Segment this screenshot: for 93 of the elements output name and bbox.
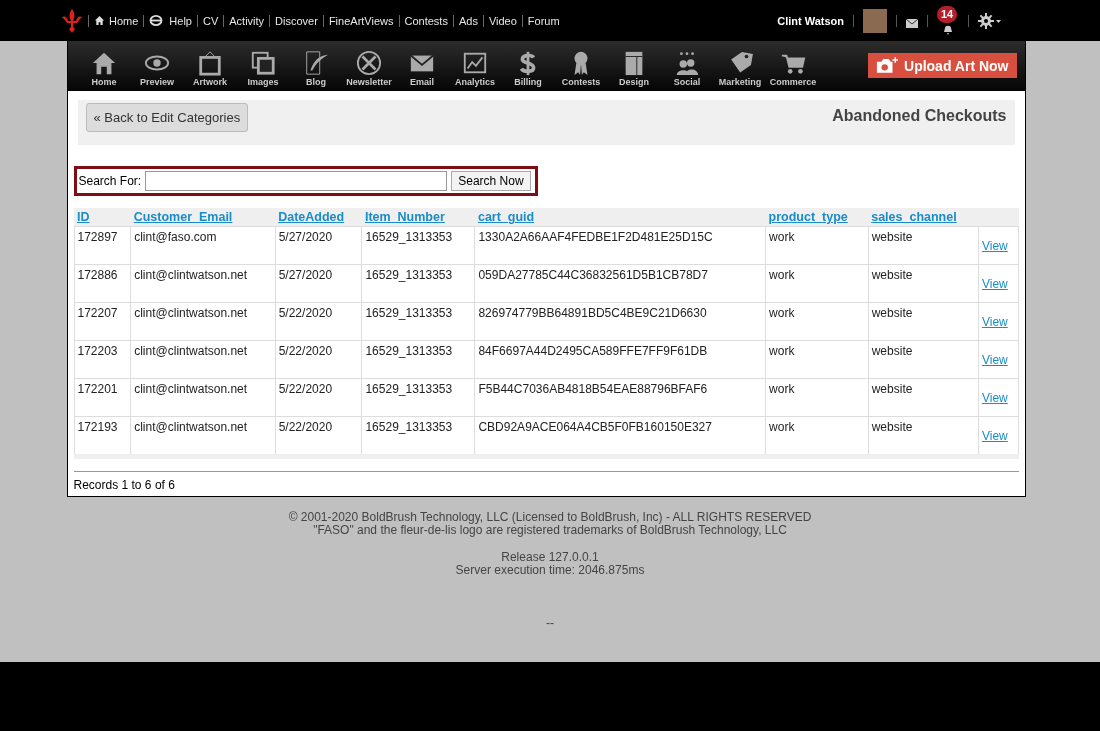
avatar[interactable]: [863, 8, 887, 33]
nav-link[interactable]: Activity: [223, 14, 270, 27]
table-cell: work: [769, 382, 795, 396]
table-cell: 5/27/2020: [278, 230, 333, 244]
toolbar-button[interactable]: Billing: [501, 50, 555, 91]
toolbar-button[interactable]: Email: [395, 50, 449, 91]
table-cell: website: [871, 382, 913, 396]
table-cell: work: [769, 344, 795, 358]
mail-icon[interactable]: [906, 19, 918, 28]
search-field[interactable]: [145, 171, 448, 191]
table-cell: 16529_1313353: [365, 344, 453, 358]
quill-icon: [303, 50, 329, 76]
toolbar-button[interactable]: Commerce: [766, 50, 820, 91]
home-icon: [91, 50, 117, 76]
table-cell: website: [871, 420, 913, 434]
release-info: Release 127.0.0.1: [500, 551, 600, 564]
toolbar-button[interactable]: Social: [660, 50, 714, 91]
stacked-pages-icon: [250, 50, 276, 76]
search-label: Search For:: [78, 174, 142, 188]
table-cell: clint@clintwatson.net: [134, 420, 248, 434]
table-cell: 172203: [77, 344, 118, 358]
table-cell: 16529_1313353: [365, 268, 453, 282]
table-cell: 5/22/2020: [278, 382, 333, 396]
table-cell: 5/22/2020: [278, 344, 333, 358]
table-cell: work: [769, 306, 795, 320]
page-title: Abandoned Checkouts: [832, 107, 1007, 125]
nav-link[interactable]: Ads: [452, 14, 483, 27]
table-cell: work: [769, 268, 795, 282]
nav-link[interactable]: Contests: [398, 14, 453, 27]
nav-link[interactable]: Video: [482, 14, 522, 27]
nav-link[interactable]: Discover: [269, 14, 323, 27]
copyright-text: "FASO" and the fleur-de-lis logo are registered trademarks of BoldBrush Technology, LLC: [312, 524, 788, 537]
user-name[interactable]: Clint Watson: [777, 14, 844, 27]
notification-badge[interactable]: 14: [937, 5, 958, 23]
back-button[interactable]: « Back to Edit Categories: [85, 103, 249, 132]
table-cell: website: [871, 230, 913, 244]
toolbar-button[interactable]: Artwork: [183, 50, 237, 91]
upload-art-button[interactable]: Upload Art Now: [868, 53, 1017, 78]
table-cell: work: [769, 230, 795, 244]
copyright-text: © 2001-2020 BoldBrush Technology, LLC (Licensed to BoldBrush, Inc) - ALL RIGHTS RESERVED: [288, 511, 812, 524]
nav-link[interactable]: Forum: [521, 14, 565, 27]
release-info: Server execution time: 2046.875ms: [454, 564, 646, 577]
toolbar-button[interactable]: Home: [77, 50, 131, 91]
people-icon: [674, 50, 700, 76]
table-cell: 172886: [77, 268, 118, 282]
table-cell: 172207: [77, 306, 118, 320]
nav-link[interactable]: Home: [88, 14, 144, 27]
records-count: Records 1 to 6 of 6: [73, 471, 1019, 492]
table-cell: 16529_1313353: [365, 306, 453, 320]
table-cell: clint@clintwatson.net: [134, 344, 248, 358]
settings-icon[interactable]: [978, 12, 1002, 29]
table-cell: 16529_1313353: [365, 382, 453, 396]
table-cell: 172897: [77, 230, 118, 244]
table-cell: clint@clintwatson.net: [134, 382, 248, 396]
table-cell: work: [769, 420, 795, 434]
table-cell: website: [871, 268, 913, 282]
toolbar-button[interactable]: Preview: [130, 50, 184, 91]
table-cell: 172201: [77, 382, 118, 396]
camera-icon: [876, 57, 898, 74]
toolbar-button[interactable]: Marketing: [713, 50, 767, 91]
table-cell: CBD92A9ACE064A4CB5F0FB160150E327: [478, 420, 712, 434]
nav-link[interactable]: CV: [196, 14, 224, 27]
home-icon: [94, 15, 105, 26]
table-cell: 172193: [77, 420, 118, 434]
table-cell: 5/22/2020: [278, 306, 333, 320]
toolbar-button[interactable]: Design: [607, 50, 661, 91]
nav-link[interactable]: FineArtViews: [322, 14, 399, 27]
table-cell: 16529_1313353: [365, 420, 453, 434]
footer-mark: --: [545, 617, 555, 630]
toolbar-button[interactable]: Images: [236, 50, 290, 91]
table-cell: website: [871, 306, 913, 320]
help-icon: [149, 15, 164, 26]
table-cell: 826974779BB64891BD5C4BE9C21D6630: [478, 306, 707, 320]
toolbar-button[interactable]: Blog: [289, 50, 343, 91]
table-cell: 059DA27785C44C36832561D5B1CB78D7: [478, 268, 708, 282]
table-cell: 5/27/2020: [278, 268, 333, 282]
table-cell: 5/22/2020: [278, 420, 333, 434]
fleur-de-lis-logo[interactable]: [62, 8, 82, 33]
picture-frame-icon: [197, 50, 223, 76]
toolbar-button[interactable]: Analytics: [448, 50, 502, 91]
table-cell: clint@clintwatson.net: [134, 306, 248, 320]
table-cell: clint@faso.com: [134, 230, 217, 244]
table-cell: 84F6697A44D2495CA589FFE7FF9F61DB: [478, 344, 708, 358]
toolbar-button[interactable]: Contests: [554, 50, 608, 91]
line-chart-icon: [462, 50, 488, 76]
table-cell: F5B44C7036AB4818B54EAE88796BFAF6: [478, 382, 708, 396]
table-cell: website: [871, 344, 913, 358]
table-cell: 16529_1313353: [365, 230, 453, 244]
search-button[interactable]: Search Now: [451, 171, 531, 191]
table-cell: 1330A2A66AAF4FEDBE1F2D481E25D15C: [478, 230, 713, 244]
table-cell: clint@clintwatson.net: [134, 268, 248, 282]
toolbar-button[interactable]: Newsletter: [342, 50, 396, 91]
nav-link[interactable]: Help: [143, 14, 197, 27]
